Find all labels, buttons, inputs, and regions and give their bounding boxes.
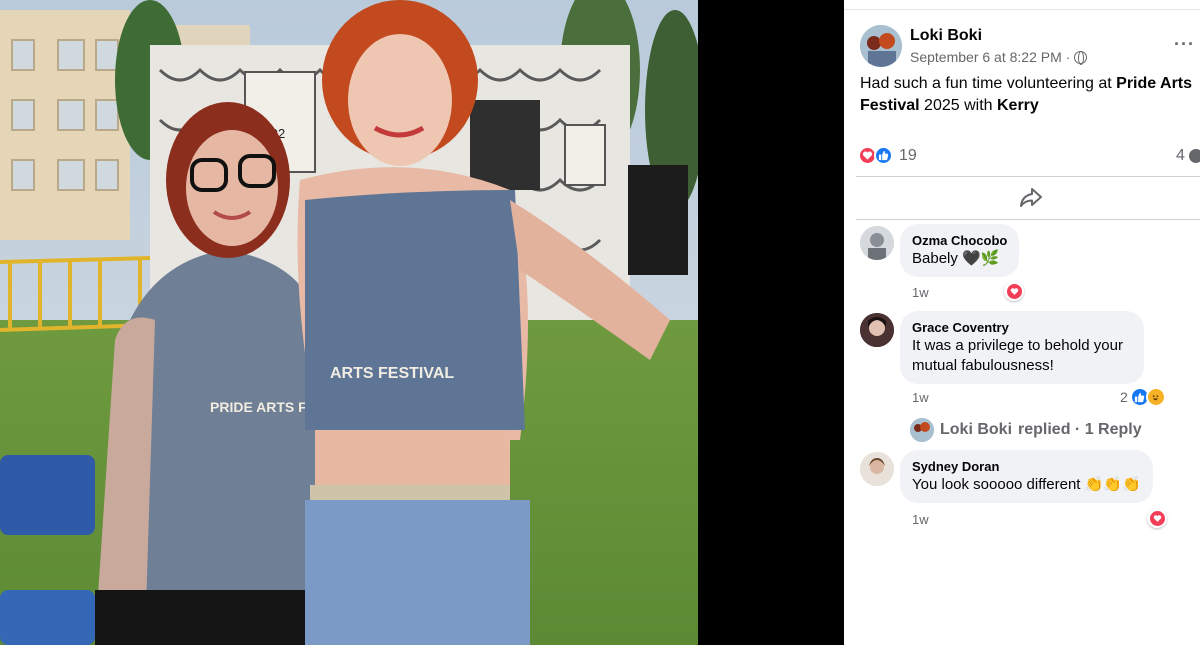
- divider: [856, 176, 1200, 177]
- photo-letterbox: [698, 0, 844, 645]
- comment-bubble[interactable]: Ozma Chocobo Babely 🖤🌿: [900, 224, 1020, 277]
- comment-text: It was a privilege to behold your mutual…: [912, 337, 1123, 374]
- replies-link[interactable]: Loki Boki replied · 1 Reply: [910, 418, 1142, 442]
- comment-bubble[interactable]: Sydney Doran You look sooooo different 👏…: [900, 450, 1153, 503]
- commenter-avatar[interactable]: [860, 313, 894, 347]
- comment-reactions[interactable]: 2: [1120, 387, 1166, 407]
- reply-author-avatar: [910, 418, 934, 442]
- comment-icon: [1188, 149, 1200, 163]
- reply-author: Loki Boki: [940, 421, 1013, 438]
- post-timestamp[interactable]: September 6 at 8:22 PM: [910, 49, 1062, 65]
- meta-separator: ·: [1065, 49, 1071, 65]
- globe-icon: [1074, 50, 1088, 65]
- comment-text: You look sooooo different 👏👏👏: [912, 476, 1141, 493]
- post-text-middle: 2025 with: [919, 97, 997, 114]
- reaction-count: 19: [899, 146, 917, 164]
- photo-illustration: -9892 PRIDE ARTS FESTIVAL ARTS FES: [0, 0, 698, 645]
- post-text: Had such a fun time volunteering at Prid…: [860, 73, 1200, 117]
- love-reaction-icon[interactable]: [1004, 281, 1024, 301]
- commenter-name[interactable]: Grace Coventry: [912, 319, 1132, 336]
- commenter-name[interactable]: Ozma Chocobo: [912, 232, 1007, 249]
- comment-time[interactable]: 1w: [912, 285, 929, 300]
- reaction-summary[interactable]: 19: [858, 146, 917, 165]
- comment-text: Babely 🖤🌿: [912, 250, 1000, 267]
- comment-time[interactable]: 1w: [912, 390, 929, 405]
- commenter-name[interactable]: Sydney Doran: [912, 458, 1141, 475]
- commenter-avatar[interactable]: [860, 226, 894, 260]
- love-reaction-icon[interactable]: [1147, 508, 1167, 528]
- post-text-prefix: Had such a fun time volunteering at: [860, 75, 1117, 92]
- divider: [856, 219, 1200, 220]
- post-sidebar: Loki Boki September 6 at 8:22 PM · ··· H…: [844, 0, 1200, 645]
- author-name[interactable]: Loki Boki: [910, 27, 982, 45]
- share-icon[interactable]: [1018, 186, 1044, 210]
- like-reaction-icon: [874, 146, 893, 165]
- comment-count-value: 4: [1176, 147, 1185, 164]
- comment-bubble[interactable]: Grace Coventry It was a privilege to beh…: [900, 311, 1144, 384]
- post-meta: September 6 at 8:22 PM ·: [910, 49, 1088, 65]
- comment-count[interactable]: 4: [1176, 147, 1200, 165]
- author-avatar[interactable]: [860, 25, 902, 67]
- comment-reaction-count: 2: [1120, 389, 1128, 405]
- shirt-text-right: ARTS FESTIVAL: [330, 365, 454, 382]
- commenter-avatar[interactable]: [860, 452, 894, 486]
- reply-label: replied · 1 Reply: [1018, 421, 1142, 438]
- tagged-person[interactable]: Kerry: [997, 97, 1039, 114]
- comment-time[interactable]: 1w: [912, 512, 929, 527]
- top-border: [844, 0, 1200, 10]
- more-icon[interactable]: ···: [1174, 34, 1195, 55]
- post-photo[interactable]: -9892 PRIDE ARTS FESTIVAL ARTS FES: [0, 0, 698, 645]
- haha-reaction-icon: [1145, 387, 1166, 407]
